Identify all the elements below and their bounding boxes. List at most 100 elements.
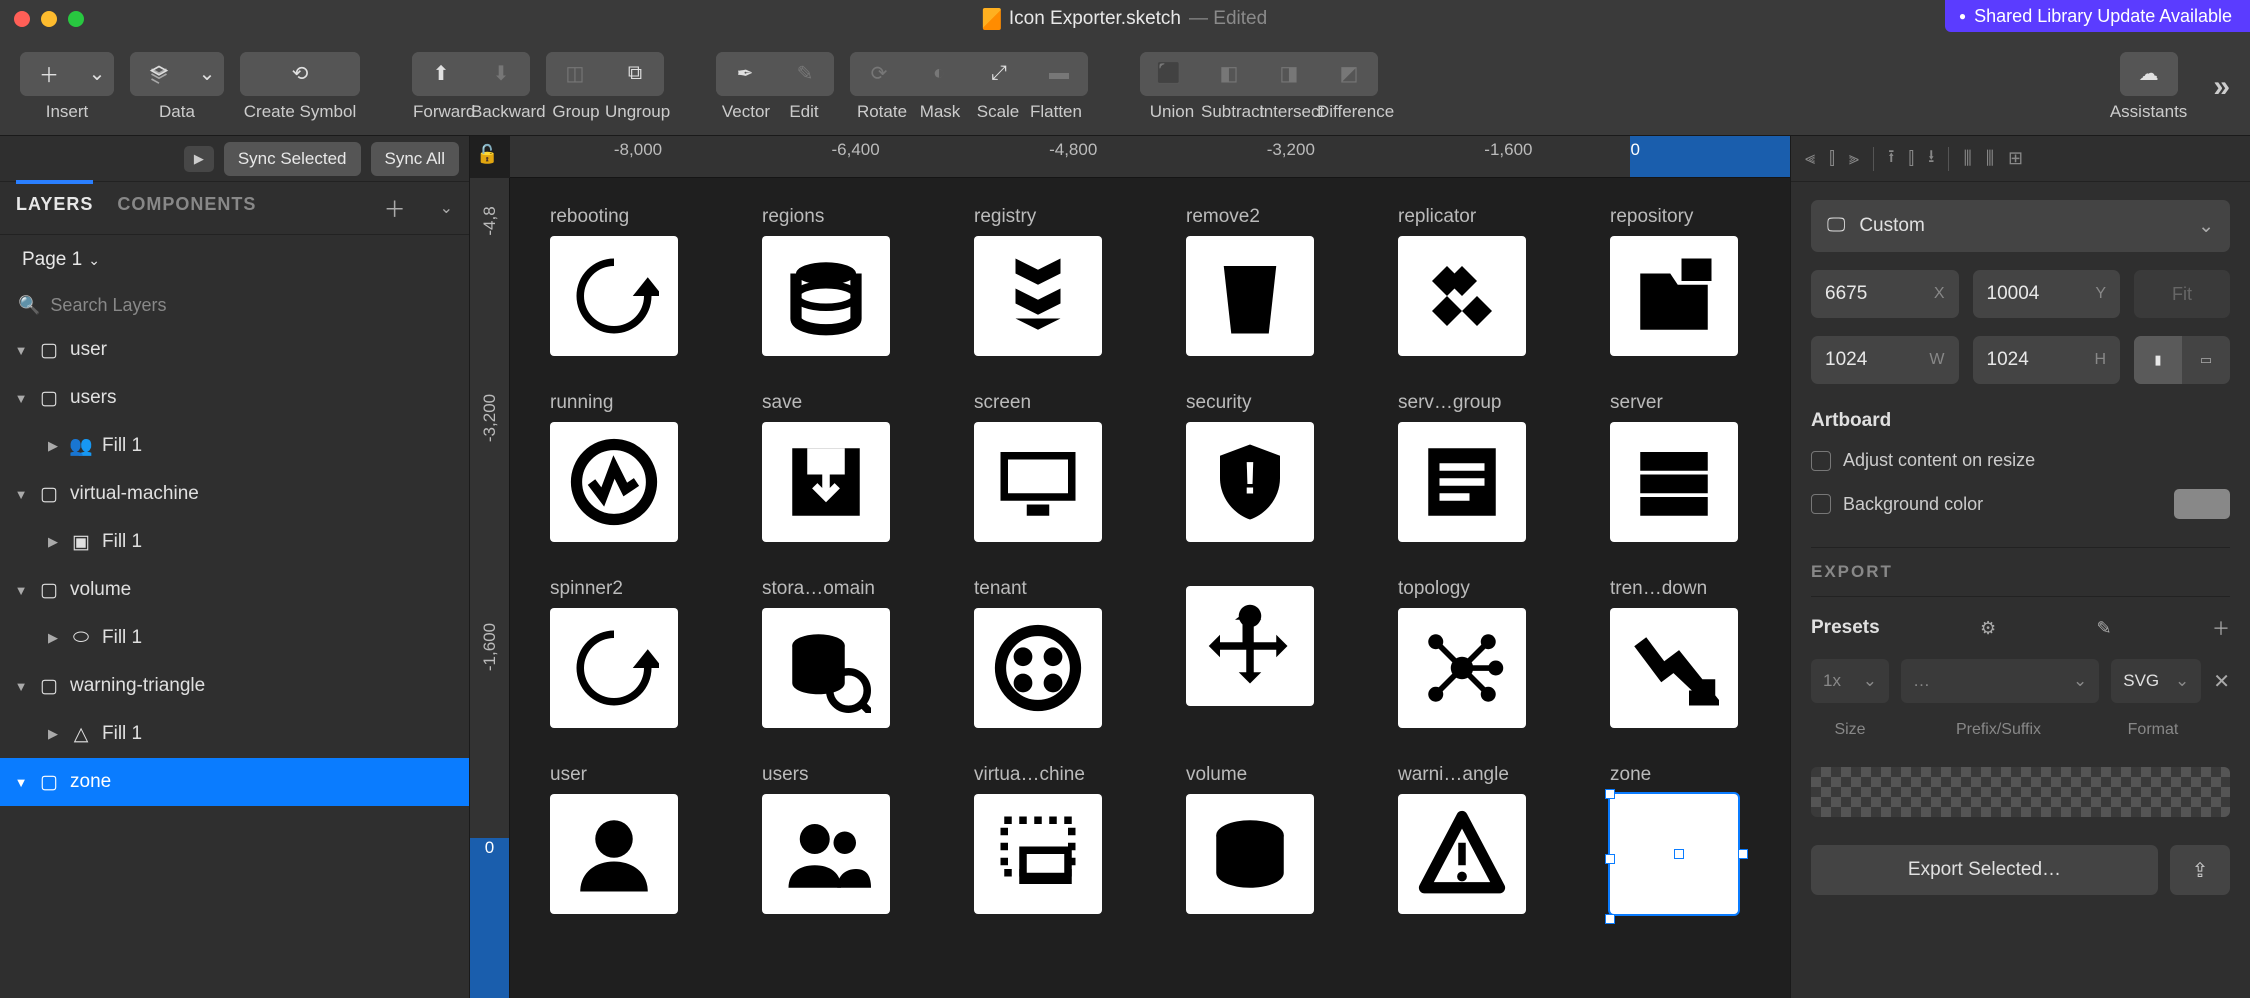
artboard-pin[interactable] <box>1186 578 1326 728</box>
intersect-button[interactable]: ◨ <box>1260 52 1318 96</box>
shared-library-banner[interactable]: Shared Library Update Available <box>1945 0 2250 32</box>
backward-button[interactable]: ⬇ <box>472 52 530 96</box>
layer-row-users[interactable]: ▼▢users <box>0 374 469 422</box>
insert-button[interactable]: ＋ <box>20 52 78 96</box>
close-window-button[interactable] <box>14 11 30 27</box>
union-button[interactable]: ⬛ <box>1140 52 1198 96</box>
artboard-thumbnail[interactable] <box>1398 608 1526 728</box>
artboard-thumbnail[interactable]: ! <box>1186 422 1314 542</box>
artboard-thumbnail[interactable] <box>1610 794 1738 914</box>
preview-play-button[interactable]: ▶ <box>184 146 214 172</box>
export-prefix-field[interactable]: …⌄ <box>1901 659 2099 703</box>
y-field[interactable]: 10004Y <box>1973 270 2121 318</box>
align-vcenter-button[interactable]: ⫿ <box>1908 148 1914 169</box>
artboard-virtua…chine[interactable]: virtua…chine <box>974 764 1114 914</box>
artboard-warni…angle[interactable]: warni…angle <box>1398 764 1538 914</box>
artboard-thumbnail[interactable] <box>550 608 678 728</box>
zoom-window-button[interactable] <box>68 11 84 27</box>
create-symbol-button[interactable]: ⟲ <box>240 52 360 96</box>
artboard-users[interactable]: users <box>762 764 902 914</box>
layer-row-volume-fill1[interactable]: ▶⬭Fill 1 <box>0 614 469 662</box>
artboard-user[interactable]: user <box>550 764 690 914</box>
edit-button[interactable]: ✎ <box>776 52 834 96</box>
adjust-content-checkbox[interactable]: Adjust content on resize <box>1811 450 2230 471</box>
align-bottom-button[interactable]: ⭳ <box>1928 144 1934 174</box>
fit-button[interactable]: Fit <box>2134 270 2230 318</box>
artboard-thumbnail[interactable] <box>974 422 1102 542</box>
artboard-thumbnail[interactable] <box>1398 236 1526 356</box>
align-top-button[interactable]: ⭱ <box>1888 144 1894 174</box>
artboard-thumbnail[interactable] <box>762 608 890 728</box>
page-list-toggle[interactable]: ⌄ <box>440 198 453 218</box>
sync-selected-button[interactable]: Sync Selected <box>224 142 361 176</box>
artboard-serv…group[interactable]: serv…group <box>1398 392 1538 542</box>
artboard-thumbnail[interactable] <box>1610 422 1738 542</box>
layer-row-zone[interactable]: ▼▢zone <box>0 758 469 806</box>
horizontal-ruler[interactable]: -8,000 -6,400 -4,800 -3,200 -1,600 0 <box>510 136 1790 178</box>
artboard-thumbnail[interactable] <box>974 236 1102 356</box>
tab-components[interactable]: COMPONENTS <box>117 194 256 223</box>
vector-button[interactable]: ✒ <box>716 52 774 96</box>
layer-row-user[interactable]: ▼▢user <box>0 326 469 374</box>
background-color-checkbox[interactable]: Background color <box>1811 489 2230 519</box>
sync-all-button[interactable]: Sync All <box>371 142 459 176</box>
artboard-thumbnail[interactable] <box>1186 586 1314 706</box>
layer-row-vm-fill1[interactable]: ▶▣Fill 1 <box>0 518 469 566</box>
artboard-thumbnail[interactable] <box>1186 236 1314 356</box>
subtract-button[interactable]: ◧ <box>1200 52 1258 96</box>
layer-row-volume[interactable]: ▼▢volume <box>0 566 469 614</box>
artboard-volume[interactable]: volume <box>1186 764 1326 914</box>
artboard-remove2[interactable]: remove2 <box>1186 206 1326 356</box>
artboard-spinner2[interactable]: spinner2 <box>550 578 690 728</box>
artboard-thumbnail[interactable] <box>1186 794 1314 914</box>
artboard-thumbnail[interactable] <box>762 422 890 542</box>
assistants-button[interactable]: ☁ <box>2120 52 2178 96</box>
orientation-landscape-button[interactable]: ▭ <box>2182 336 2230 384</box>
distribute-h-button[interactable]: ⫼ <box>1963 148 1971 169</box>
orientation-portrait-button[interactable]: ▮ <box>2134 336 2182 384</box>
artboard-security[interactable]: security! <box>1186 392 1326 542</box>
export-settings-icon[interactable]: ⚙ <box>1980 618 1996 639</box>
layer-row-virtual-machine[interactable]: ▼▢virtual-machine <box>0 470 469 518</box>
export-size-field[interactable]: 1x⌄ <box>1811 659 1889 703</box>
artboard-rebooting[interactable]: rebooting <box>550 206 690 356</box>
layer-row-warning-triangle[interactable]: ▼▢warning-triangle <box>0 662 469 710</box>
canvas[interactable]: 🔓 -8,000 -6,400 -4,800 -3,200 -1,600 0 -… <box>470 136 1790 998</box>
artboard-running[interactable]: running <box>550 392 690 542</box>
align-left-button[interactable]: ⫷ <box>1805 148 1815 169</box>
artboard-replicator[interactable]: replicator <box>1398 206 1538 356</box>
forward-button[interactable]: ⬆ <box>412 52 470 96</box>
rotate-button[interactable]: ⟳ <box>850 52 908 96</box>
artboard-screen[interactable]: screen <box>974 392 1114 542</box>
remove-export-preset-button[interactable]: ✕ <box>2213 669 2230 694</box>
artboard-repository[interactable]: repository <box>1610 206 1750 356</box>
distribute-v-button[interactable]: ⫼ <box>1986 148 1994 169</box>
height-field[interactable]: 1024H <box>1973 336 2121 384</box>
artboard-registry[interactable]: registry <box>974 206 1114 356</box>
artboard-thumbnail[interactable] <box>550 794 678 914</box>
artboard-regions[interactable]: regions <box>762 206 902 356</box>
add-export-preset-button[interactable]: ＋ <box>2212 615 2230 641</box>
artboard-zone[interactable]: zone <box>1610 764 1750 914</box>
difference-button[interactable]: ◩ <box>1320 52 1378 96</box>
artboard-thumbnail[interactable] <box>762 794 890 914</box>
artboard-stora…omain[interactable]: stora…omain <box>762 578 902 728</box>
artboard-thumbnail[interactable] <box>974 608 1102 728</box>
artboard-topology[interactable]: topology <box>1398 578 1538 728</box>
artboard-thumbnail[interactable] <box>1610 608 1738 728</box>
align-hcenter-button[interactable]: ⫿ <box>1829 148 1835 169</box>
artboard-tenant[interactable]: tenant <box>974 578 1114 728</box>
lock-icon[interactable]: 🔓 <box>476 144 498 165</box>
share-button[interactable]: ⇪ <box>2170 845 2230 895</box>
vertical-ruler[interactable]: -4,8 -3,200 -1,600 0 <box>470 178 510 998</box>
artboard-tren…down[interactable]: tren…down <box>1610 578 1750 728</box>
artboard-server[interactable]: server <box>1610 392 1750 542</box>
artboard-save[interactable]: save <box>762 392 902 542</box>
search-layers-input[interactable]: 🔍 Search Layers <box>0 285 469 326</box>
export-selected-button[interactable]: Export Selected… <box>1811 845 2158 895</box>
data-menu-button[interactable]: ⌄ <box>190 52 224 96</box>
page-selector[interactable]: Page 1⌄ <box>0 235 469 285</box>
add-page-button[interactable]: ＋ <box>384 192 406 224</box>
export-format-field[interactable]: SVG⌄ <box>2111 659 2201 703</box>
insert-menu-button[interactable]: ⌄ <box>80 52 114 96</box>
